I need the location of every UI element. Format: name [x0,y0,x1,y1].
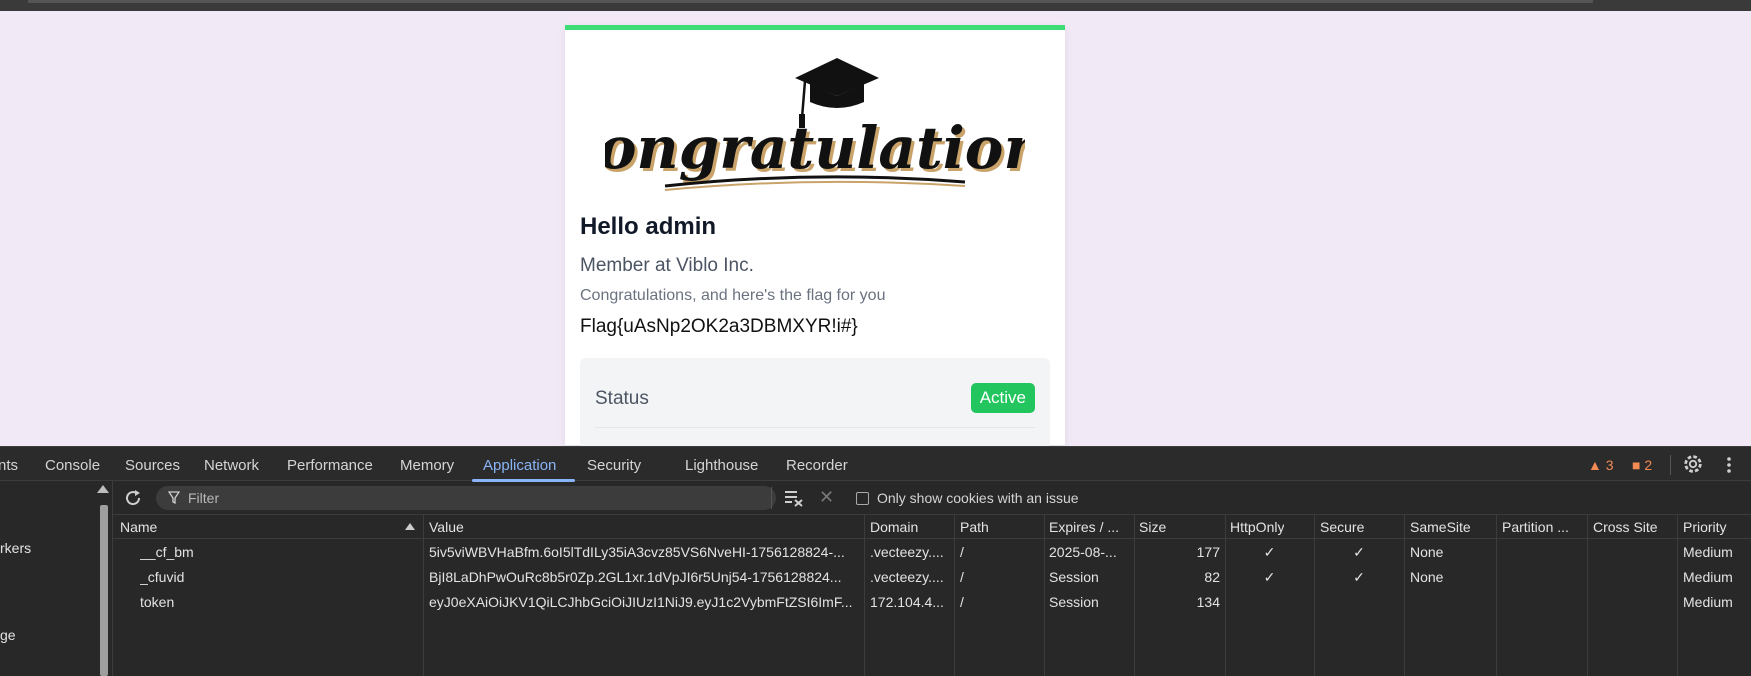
sort-ascending-icon [405,523,415,530]
issues-badge[interactable]: ■ 2 [1632,457,1652,473]
cookie-httponly: ✓ [1263,569,1276,585]
cookie-priority: Medium [1683,594,1733,610]
profile-card: Congratulations Congratulations Hello ad… [565,25,1065,450]
sidebar-item-service-workers[interactable]: rkers [0,540,31,556]
col-header-name[interactable]: Name [120,519,157,535]
cookie-httponly: ✓ [1263,544,1276,560]
congrats-text: Congratulations, and here's the flag for… [580,287,886,304]
only-issue-label: Only show cookies with an issue [877,490,1079,506]
cookie-value: BjI8LaDhPwOuRc8b5r0Zp.2GL1xr.1dVpJI6r5Un… [429,569,842,585]
divider [595,427,1035,428]
col-header-priority[interactable]: Priority [1683,519,1727,535]
tab-security[interactable]: Security [587,457,641,474]
cookie-name: _cfuvid [140,569,185,585]
cookie-samesite: None [1410,569,1444,585]
col-header-partition[interactable]: Partition ... [1502,519,1578,535]
table-row[interactable]: token eyJ0eXAiOiJKV1QiLCJhbGciOiJIUzI1Ni… [113,590,1751,615]
member-text: Member at Viblo Inc. [580,255,754,276]
cookies-table: Name Value Domain Path Expires / ... Siz… [113,515,1751,676]
sidebar-scrollbar[interactable] [100,505,108,676]
cookie-value: eyJ0eXAiOiJKV1QiLCJhbGciOiJIUzI1NiJ9.eyJ… [429,594,853,610]
cookie-domain: .vecteezy.... [870,569,944,585]
cookie-path: / [960,594,964,610]
tab-console[interactable]: Console [45,457,100,474]
col-header-crosssite[interactable]: Cross Site [1593,519,1658,535]
tab-elements[interactable]: nts [0,457,18,474]
divider [771,487,772,509]
cookie-path: / [960,569,964,585]
cookie-priority: Medium [1683,569,1733,585]
status-badge: Active [970,383,1035,413]
application-sidebar: rkers ge [0,481,113,676]
col-header-samesite[interactable]: SameSite [1410,519,1471,535]
col-header-secure[interactable]: Secure [1320,519,1364,535]
cookie-name: token [140,594,175,610]
issue-icon: ■ [1632,457,1641,473]
warning-icon: ▲ [1588,457,1602,473]
cookie-value: 5iv5viWBVHaBfm.6oI5lTdILy35iA3cvz85VS6Nv… [429,544,845,560]
greeting-heading: Hello admin [580,213,717,240]
cookie-secure: ✓ [1353,544,1365,560]
col-header-size[interactable]: Size [1139,519,1166,535]
tab-performance[interactable]: Performance [287,457,373,474]
only-issue-checkbox[interactable] [856,492,869,505]
filter-input[interactable] [188,489,748,507]
tab-network[interactable]: Network [204,457,259,474]
refresh-icon[interactable] [123,488,143,508]
divider [1670,455,1671,475]
col-header-path[interactable]: Path [960,519,989,535]
more-options-icon[interactable] [1722,455,1736,475]
cookie-priority: Medium [1683,544,1733,560]
table-row[interactable]: _cfuvid BjI8LaDhPwOuRc8b5r0Zp.2GL1xr.1dV… [113,565,1751,590]
tab-lighthouse[interactable]: Lighthouse [685,457,758,474]
cookies-toolbar: ✕ Only show cookies with an issue [113,481,1751,515]
status-label: Status [595,388,649,409]
svg-text:Congratulations: Congratulations [605,114,1025,182]
col-header-httponly[interactable]: HttpOnly [1230,519,1284,535]
cookie-size: 134 [1196,594,1220,610]
cookie-expires: Session [1049,569,1099,585]
delete-selected-icon[interactable]: ✕ [819,487,834,508]
devtools-tabbar: nts Console Sources Network Performance … [0,446,1751,482]
cookie-secure: ✓ [1353,569,1365,585]
cookie-domain: 172.104.4... [870,594,944,610]
warnings-badge[interactable]: ▲ 3 [1588,457,1614,473]
clear-all-cookies-icon[interactable] [783,488,805,508]
col-header-value[interactable]: Value [429,519,464,535]
filter-icon [168,491,180,505]
cookie-name: __cf_bm [140,544,194,560]
devtools-panel: nts Console Sources Network Performance … [0,446,1751,676]
tab-sources[interactable]: Sources [125,457,180,474]
cookie-samesite: None [1410,544,1444,560]
issues-count: 2 [1644,457,1653,473]
cookie-expires: 2025-08-... [1049,544,1117,560]
cookie-domain: .vecteezy.... [870,544,944,560]
tab-application[interactable]: Application [483,457,556,474]
table-header: Name Value Domain Path Expires / ... Siz… [113,515,1751,539]
tab-recorder[interactable]: Recorder [786,457,848,474]
cookie-size: 177 [1196,544,1220,560]
flag-text: Flag{uAsNp2OK2a3DBMXYR!i#} [580,316,858,337]
cookie-size: 82 [1204,569,1220,585]
congratulations-logo: Congratulations Congratulations [605,58,1025,191]
status-panel: Status Active [580,358,1050,450]
sidebar-item-storage[interactable]: ge [0,627,16,643]
col-header-domain[interactable]: Domain [870,519,918,535]
browser-top-strip [0,0,1751,11]
tab-memory[interactable]: Memory [400,457,454,474]
warnings-count: 3 [1605,457,1614,473]
col-header-expires[interactable]: Expires / ... [1049,519,1123,535]
table-row[interactable]: __cf_bm 5iv5viWBVHaBfm.6oI5lTdILy35iA3cv… [113,540,1751,565]
cookie-path: / [960,544,964,560]
cookie-expires: Session [1049,594,1099,610]
filter-box [156,486,776,510]
gear-icon[interactable] [1682,453,1704,475]
scroll-up-arrow-icon[interactable] [97,485,109,493]
